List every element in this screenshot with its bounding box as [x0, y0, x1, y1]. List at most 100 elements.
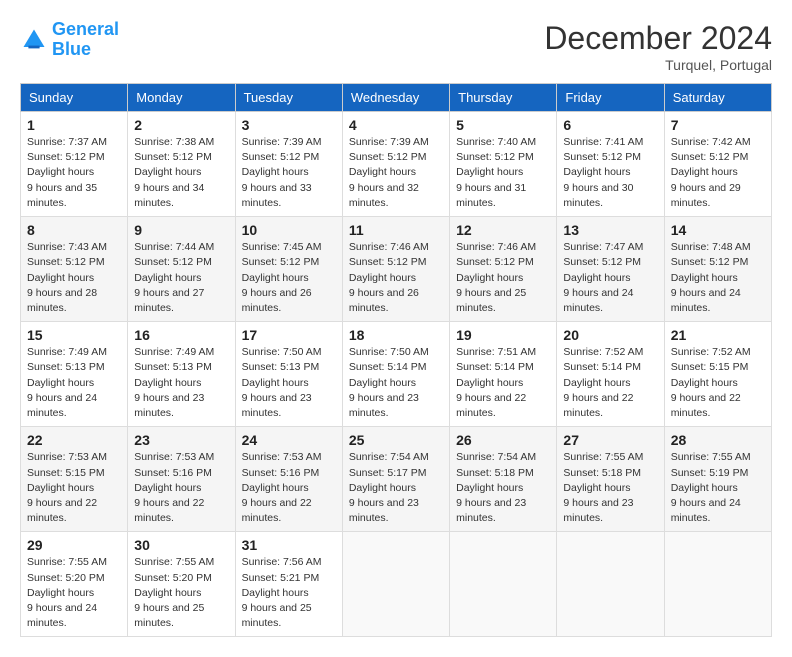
calendar-cell: 8 Sunrise: 7:43 AM Sunset: 5:12 PM Dayli… — [21, 217, 128, 322]
day-number: 3 — [242, 117, 336, 133]
logo-line2: Blue — [52, 39, 91, 59]
day-detail: Sunrise: 7:50 AM Sunset: 5:14 PM Dayligh… — [349, 345, 443, 421]
day-number: 21 — [671, 327, 765, 343]
day-number: 13 — [563, 222, 657, 238]
day-number: 4 — [349, 117, 443, 133]
calendar-cell: 3 Sunrise: 7:39 AM Sunset: 5:12 PM Dayli… — [235, 112, 342, 217]
calendar-cell — [664, 532, 771, 637]
calendar-cell: 27 Sunrise: 7:55 AM Sunset: 5:18 PM Dayl… — [557, 427, 664, 532]
day-detail: Sunrise: 7:41 AM Sunset: 5:12 PM Dayligh… — [563, 135, 657, 211]
day-number: 28 — [671, 432, 765, 448]
week-row-2: 8 Sunrise: 7:43 AM Sunset: 5:12 PM Dayli… — [21, 217, 772, 322]
day-number: 8 — [27, 222, 121, 238]
logo-icon — [20, 26, 48, 54]
calendar-cell: 30 Sunrise: 7:55 AM Sunset: 5:20 PM Dayl… — [128, 532, 235, 637]
day-number: 11 — [349, 222, 443, 238]
week-row-5: 29 Sunrise: 7:55 AM Sunset: 5:20 PM Dayl… — [21, 532, 772, 637]
calendar-cell: 19 Sunrise: 7:51 AM Sunset: 5:14 PM Dayl… — [450, 322, 557, 427]
day-number: 25 — [349, 432, 443, 448]
calendar-cell: 14 Sunrise: 7:48 AM Sunset: 5:12 PM Dayl… — [664, 217, 771, 322]
day-detail: Sunrise: 7:44 AM Sunset: 5:12 PM Dayligh… — [134, 240, 228, 316]
day-number: 10 — [242, 222, 336, 238]
calendar-cell: 11 Sunrise: 7:46 AM Sunset: 5:12 PM Dayl… — [342, 217, 449, 322]
day-detail: Sunrise: 7:49 AM Sunset: 5:13 PM Dayligh… — [27, 345, 121, 421]
day-number: 15 — [27, 327, 121, 343]
day-detail: Sunrise: 7:52 AM Sunset: 5:15 PM Dayligh… — [671, 345, 765, 421]
calendar-cell: 18 Sunrise: 7:50 AM Sunset: 5:14 PM Dayl… — [342, 322, 449, 427]
title-area: December 2024 Turquel, Portugal — [544, 20, 772, 73]
logo-text: General Blue — [52, 20, 119, 60]
day-number: 7 — [671, 117, 765, 133]
day-number: 1 — [27, 117, 121, 133]
col-header-wednesday: Wednesday — [342, 84, 449, 112]
calendar-cell: 9 Sunrise: 7:44 AM Sunset: 5:12 PM Dayli… — [128, 217, 235, 322]
day-detail: Sunrise: 7:54 AM Sunset: 5:17 PM Dayligh… — [349, 450, 443, 526]
day-number: 27 — [563, 432, 657, 448]
day-number: 29 — [27, 537, 121, 553]
day-detail: Sunrise: 7:51 AM Sunset: 5:14 PM Dayligh… — [456, 345, 550, 421]
day-number: 23 — [134, 432, 228, 448]
calendar-header-row: SundayMondayTuesdayWednesdayThursdayFrid… — [21, 84, 772, 112]
day-detail: Sunrise: 7:53 AM Sunset: 5:16 PM Dayligh… — [134, 450, 228, 526]
day-number: 19 — [456, 327, 550, 343]
day-detail: Sunrise: 7:54 AM Sunset: 5:18 PM Dayligh… — [456, 450, 550, 526]
day-detail: Sunrise: 7:38 AM Sunset: 5:12 PM Dayligh… — [134, 135, 228, 211]
col-header-saturday: Saturday — [664, 84, 771, 112]
calendar-cell: 15 Sunrise: 7:49 AM Sunset: 5:13 PM Dayl… — [21, 322, 128, 427]
calendar-cell: 29 Sunrise: 7:55 AM Sunset: 5:20 PM Dayl… — [21, 532, 128, 637]
day-number: 24 — [242, 432, 336, 448]
day-detail: Sunrise: 7:48 AM Sunset: 5:12 PM Dayligh… — [671, 240, 765, 316]
day-detail: Sunrise: 7:50 AM Sunset: 5:13 PM Dayligh… — [242, 345, 336, 421]
calendar-cell: 13 Sunrise: 7:47 AM Sunset: 5:12 PM Dayl… — [557, 217, 664, 322]
month-title: December 2024 — [544, 20, 772, 57]
day-detail: Sunrise: 7:53 AM Sunset: 5:15 PM Dayligh… — [27, 450, 121, 526]
day-number: 18 — [349, 327, 443, 343]
day-detail: Sunrise: 7:43 AM Sunset: 5:12 PM Dayligh… — [27, 240, 121, 316]
day-number: 12 — [456, 222, 550, 238]
day-number: 5 — [456, 117, 550, 133]
day-detail: Sunrise: 7:52 AM Sunset: 5:14 PM Dayligh… — [563, 345, 657, 421]
logo: General Blue — [20, 20, 119, 60]
day-detail: Sunrise: 7:40 AM Sunset: 5:12 PM Dayligh… — [456, 135, 550, 211]
calendar-cell: 23 Sunrise: 7:53 AM Sunset: 5:16 PM Dayl… — [128, 427, 235, 532]
day-number: 2 — [134, 117, 228, 133]
col-header-thursday: Thursday — [450, 84, 557, 112]
day-detail: Sunrise: 7:47 AM Sunset: 5:12 PM Dayligh… — [563, 240, 657, 316]
day-number: 6 — [563, 117, 657, 133]
day-detail: Sunrise: 7:42 AM Sunset: 5:12 PM Dayligh… — [671, 135, 765, 211]
col-header-sunday: Sunday — [21, 84, 128, 112]
day-detail: Sunrise: 7:49 AM Sunset: 5:13 PM Dayligh… — [134, 345, 228, 421]
day-number: 22 — [27, 432, 121, 448]
col-header-monday: Monday — [128, 84, 235, 112]
calendar-cell: 10 Sunrise: 7:45 AM Sunset: 5:12 PM Dayl… — [235, 217, 342, 322]
calendar-cell: 28 Sunrise: 7:55 AM Sunset: 5:19 PM Dayl… — [664, 427, 771, 532]
day-number: 14 — [671, 222, 765, 238]
page-header: General Blue December 2024 Turquel, Port… — [20, 20, 772, 73]
day-detail: Sunrise: 7:55 AM Sunset: 5:20 PM Dayligh… — [27, 555, 121, 631]
calendar-cell: 6 Sunrise: 7:41 AM Sunset: 5:12 PM Dayli… — [557, 112, 664, 217]
day-number: 9 — [134, 222, 228, 238]
calendar-table: SundayMondayTuesdayWednesdayThursdayFrid… — [20, 83, 772, 637]
day-detail: Sunrise: 7:55 AM Sunset: 5:19 PM Dayligh… — [671, 450, 765, 526]
calendar-cell: 16 Sunrise: 7:49 AM Sunset: 5:13 PM Dayl… — [128, 322, 235, 427]
calendar-cell: 25 Sunrise: 7:54 AM Sunset: 5:17 PM Dayl… — [342, 427, 449, 532]
day-detail: Sunrise: 7:46 AM Sunset: 5:12 PM Dayligh… — [456, 240, 550, 316]
day-detail: Sunrise: 7:53 AM Sunset: 5:16 PM Dayligh… — [242, 450, 336, 526]
calendar-cell: 20 Sunrise: 7:52 AM Sunset: 5:14 PM Dayl… — [557, 322, 664, 427]
day-detail: Sunrise: 7:45 AM Sunset: 5:12 PM Dayligh… — [242, 240, 336, 316]
week-row-3: 15 Sunrise: 7:49 AM Sunset: 5:13 PM Dayl… — [21, 322, 772, 427]
calendar-cell: 17 Sunrise: 7:50 AM Sunset: 5:13 PM Dayl… — [235, 322, 342, 427]
col-header-tuesday: Tuesday — [235, 84, 342, 112]
day-detail: Sunrise: 7:55 AM Sunset: 5:20 PM Dayligh… — [134, 555, 228, 631]
calendar-cell — [342, 532, 449, 637]
calendar-cell: 5 Sunrise: 7:40 AM Sunset: 5:12 PM Dayli… — [450, 112, 557, 217]
calendar-cell: 1 Sunrise: 7:37 AM Sunset: 5:12 PM Dayli… — [21, 112, 128, 217]
calendar-cell — [557, 532, 664, 637]
calendar-cell — [450, 532, 557, 637]
calendar-cell: 21 Sunrise: 7:52 AM Sunset: 5:15 PM Dayl… — [664, 322, 771, 427]
day-detail: Sunrise: 7:56 AM Sunset: 5:21 PM Dayligh… — [242, 555, 336, 631]
day-number: 17 — [242, 327, 336, 343]
day-number: 26 — [456, 432, 550, 448]
calendar-cell: 7 Sunrise: 7:42 AM Sunset: 5:12 PM Dayli… — [664, 112, 771, 217]
day-number: 31 — [242, 537, 336, 553]
